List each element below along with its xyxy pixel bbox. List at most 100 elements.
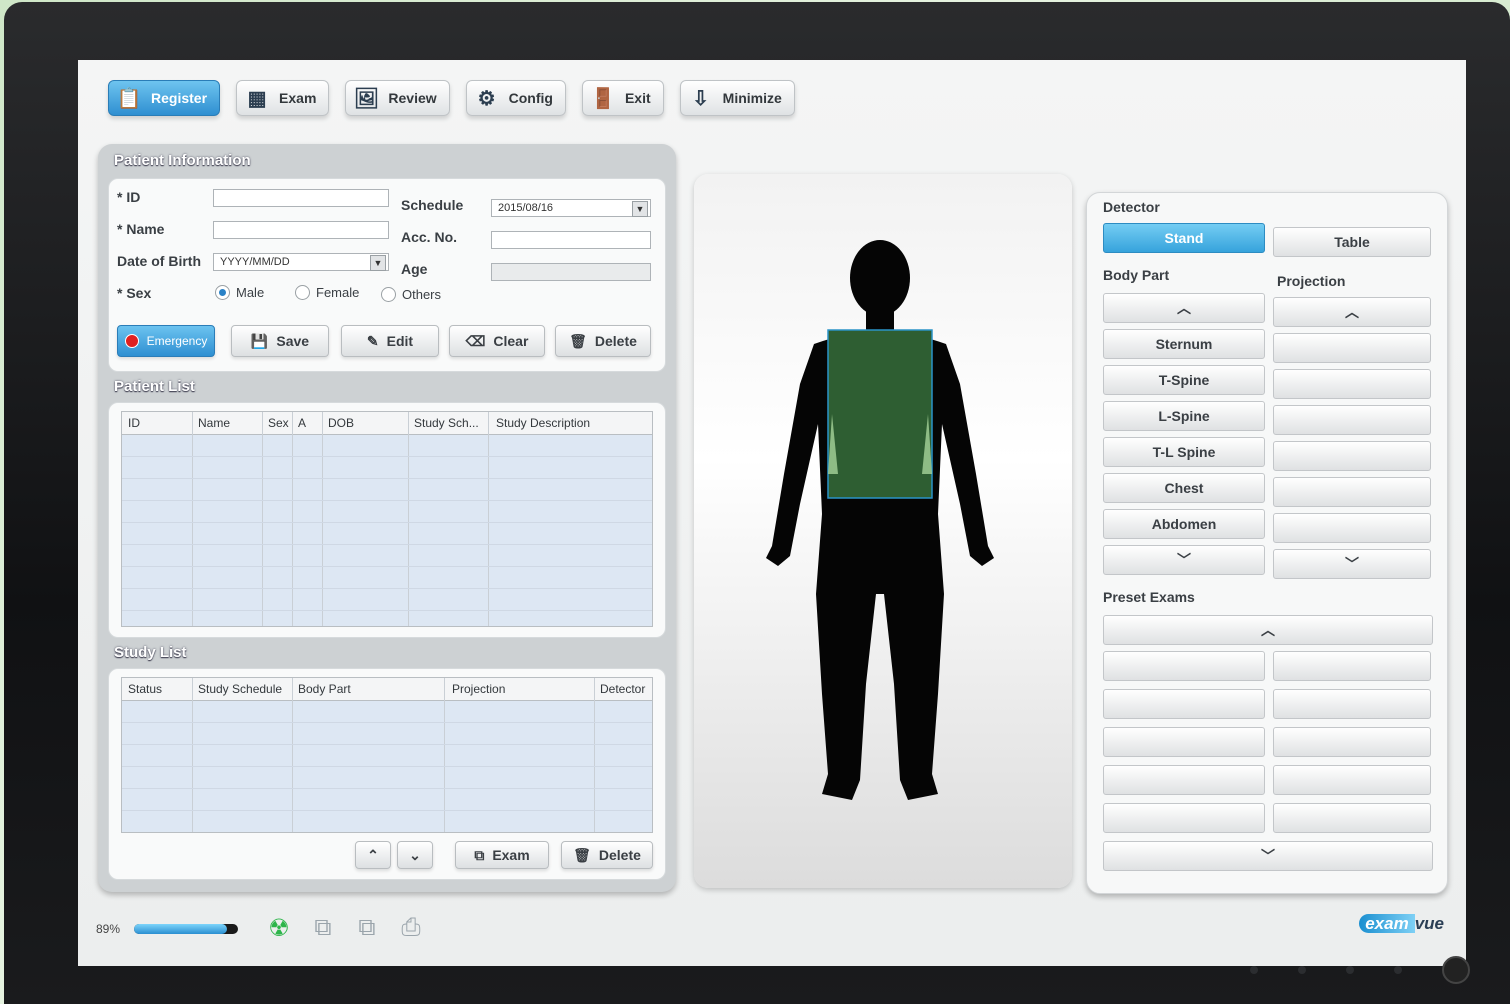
body-part-l-spine[interactable]: L-Spine bbox=[1103, 401, 1265, 431]
printer-icon[interactable]: ⎙ bbox=[394, 912, 428, 944]
preset-slot[interactable] bbox=[1273, 689, 1431, 719]
projection-slot[interactable] bbox=[1273, 441, 1431, 471]
minimize-button[interactable]: ⇩ Minimize bbox=[679, 80, 795, 116]
col-study-schedule[interactable]: Study Sch... bbox=[414, 416, 479, 430]
exit-button[interactable]: 🚪 Exit bbox=[581, 80, 664, 116]
study-delete-button[interactable]: 🗑 Delete bbox=[561, 841, 653, 869]
preset-exams-title: Preset Exams bbox=[1103, 589, 1195, 605]
preset-slot[interactable] bbox=[1273, 765, 1431, 795]
projection-slot[interactable] bbox=[1273, 513, 1431, 543]
sex-others-radio[interactable]: Others bbox=[381, 287, 441, 302]
app-screen: 📋 Register ▦ Exam 🖼 Review ⚙ Config 🚪 Ex… bbox=[78, 60, 1466, 966]
preset-slot[interactable] bbox=[1103, 803, 1265, 833]
edit-button[interactable]: ✎ Edit bbox=[341, 325, 439, 357]
dob-dropdown-icon[interactable]: ▼ bbox=[370, 255, 386, 271]
emergency-button[interactable]: Emergency bbox=[117, 325, 215, 357]
preset-slot[interactable] bbox=[1103, 689, 1265, 719]
col-id[interactable]: ID bbox=[128, 416, 140, 430]
body-silhouette[interactable] bbox=[694, 174, 1072, 888]
logo-prefix: exam bbox=[1359, 914, 1415, 933]
register-icon: 📋 bbox=[116, 87, 142, 110]
schedule-dropdown-icon[interactable]: ▼ bbox=[632, 201, 648, 217]
id-input[interactable] bbox=[213, 189, 389, 207]
preset-slot[interactable] bbox=[1103, 651, 1265, 681]
delete-patient-button[interactable]: 🗑 Delete bbox=[555, 325, 651, 357]
monitor-button[interactable] bbox=[1346, 966, 1354, 974]
detector-title: Detector bbox=[1103, 199, 1160, 215]
study-exam-button[interactable]: ⧉ Exam bbox=[455, 841, 549, 869]
exam-button[interactable]: ▦ Exam bbox=[236, 80, 330, 116]
body-part-abdomen[interactable]: Abdomen bbox=[1103, 509, 1265, 539]
schedule-value: 2015/08/16 bbox=[498, 202, 554, 214]
study-table[interactable]: Status Study Schedule Body Part Projecti… bbox=[121, 677, 653, 833]
radiation-icon[interactable]: ☢ bbox=[262, 912, 296, 944]
preset-slot[interactable] bbox=[1273, 727, 1431, 757]
examvue-logo: exam vue bbox=[1359, 914, 1444, 934]
acc-no-input[interactable] bbox=[491, 231, 651, 249]
dob-input[interactable]: YYYY/MM/DD ▼ bbox=[213, 253, 389, 271]
register-label: Register bbox=[151, 90, 208, 106]
body-part-t-l-spine[interactable]: T-L Spine bbox=[1103, 437, 1265, 467]
power-button-icon[interactable] bbox=[1442, 956, 1470, 984]
monitor-button[interactable] bbox=[1394, 966, 1402, 974]
projection-slot[interactable] bbox=[1273, 369, 1431, 399]
projection-slot[interactable] bbox=[1273, 477, 1431, 507]
col-age[interactable]: A bbox=[298, 416, 306, 430]
preset-slot[interactable] bbox=[1103, 765, 1265, 795]
sex-male-radio[interactable]: Male bbox=[215, 285, 264, 300]
col-study-description[interactable]: Study Description bbox=[496, 416, 590, 430]
study-exam-label: Exam bbox=[492, 847, 530, 863]
preset-scroll-up[interactable]: ︿ bbox=[1103, 615, 1433, 645]
preset-scroll-down[interactable]: ﹀ bbox=[1103, 841, 1433, 871]
col-sex[interactable]: Sex bbox=[268, 416, 289, 430]
patient-table-header: ID Name Sex A DOB Study Sch... Study Des… bbox=[122, 412, 652, 435]
schedule-input[interactable]: 2015/08/16 ▼ bbox=[491, 199, 651, 217]
progress-percent: 89% bbox=[96, 922, 121, 936]
study-list-title: Study List bbox=[114, 644, 187, 661]
exam-window-icon: ⧉ bbox=[474, 846, 485, 863]
register-button[interactable]: 📋 Register bbox=[108, 80, 221, 116]
body-part-chest[interactable]: Chest bbox=[1103, 473, 1265, 503]
projection-slot[interactable] bbox=[1273, 333, 1431, 363]
body-part-sternum[interactable]: Sternum bbox=[1103, 329, 1265, 359]
exam-icon: ▦ bbox=[247, 87, 267, 110]
right-panel: Detector Stand Table Body Part Projectio… bbox=[1086, 192, 1448, 894]
body-part-t-spine[interactable]: T-Spine bbox=[1103, 365, 1265, 395]
network-icon[interactable]: ⧉ bbox=[306, 912, 340, 944]
male-label: Male bbox=[236, 285, 265, 300]
clear-icon: ⌫ bbox=[465, 332, 486, 349]
preset-slot[interactable] bbox=[1273, 651, 1431, 681]
preset-slot[interactable] bbox=[1273, 803, 1431, 833]
review-button[interactable]: 🖼 Review bbox=[345, 80, 450, 116]
col-projection[interactable]: Projection bbox=[452, 682, 505, 696]
col-study-schedule[interactable]: Study Schedule bbox=[198, 682, 282, 696]
projection-slot[interactable] bbox=[1273, 405, 1431, 435]
move-down-button[interactable]: ⌄ bbox=[397, 841, 433, 869]
monitor-button[interactable] bbox=[1250, 966, 1258, 974]
config-button[interactable]: ⚙ Config bbox=[465, 80, 566, 116]
save-button[interactable]: 💾 Save bbox=[231, 325, 329, 357]
col-dob[interactable]: DOB bbox=[328, 416, 354, 430]
body-part-scroll-up[interactable]: ︿ bbox=[1103, 293, 1265, 323]
detector-table-button[interactable]: Table bbox=[1273, 227, 1431, 257]
move-up-button[interactable]: ⌃ bbox=[355, 841, 391, 869]
body-part-scroll-down[interactable]: ﹀ bbox=[1103, 545, 1265, 575]
col-name[interactable]: Name bbox=[198, 416, 230, 430]
logo-suffix: vue bbox=[1414, 914, 1444, 933]
col-status[interactable]: Status bbox=[128, 682, 162, 696]
sex-female-radio[interactable]: Female bbox=[295, 285, 359, 300]
preset-slot[interactable] bbox=[1103, 727, 1265, 757]
projection-scroll-down[interactable]: ﹀ bbox=[1273, 549, 1431, 579]
col-body-part[interactable]: Body Part bbox=[298, 682, 351, 696]
minimize-label: Minimize bbox=[722, 90, 782, 106]
detector-stand-button[interactable]: Stand bbox=[1103, 223, 1265, 253]
clear-button[interactable]: ⌫ Clear bbox=[449, 325, 545, 357]
name-input[interactable] bbox=[213, 221, 389, 239]
col-detector[interactable]: Detector bbox=[600, 682, 645, 696]
selected-region-chest[interactable] bbox=[827, 329, 933, 499]
monitor-controls bbox=[1250, 956, 1470, 984]
projection-scroll-up[interactable]: ︿ bbox=[1273, 297, 1431, 327]
monitor-button[interactable] bbox=[1298, 966, 1306, 974]
patient-table[interactable]: ID Name Sex A DOB Study Sch... Study Des… bbox=[121, 411, 653, 627]
network-alt-icon[interactable]: ⧉ bbox=[350, 912, 384, 944]
